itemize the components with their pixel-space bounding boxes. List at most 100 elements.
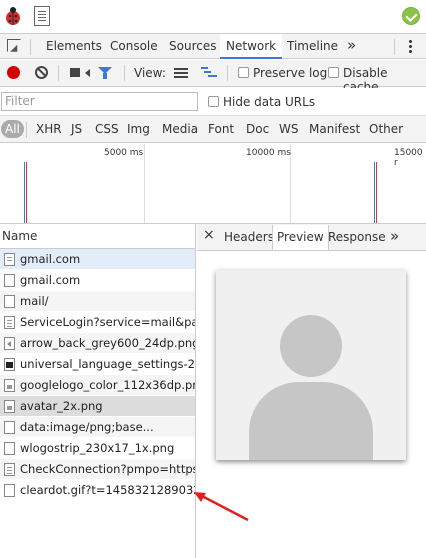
request-row[interactable]: gmail.com xyxy=(0,270,195,291)
tick-label: 5000 ms xyxy=(104,148,144,158)
document-icon[interactable] xyxy=(34,6,50,26)
filter-css[interactable]: CSS xyxy=(92,120,122,138)
divider xyxy=(394,39,395,55)
document-icon xyxy=(4,253,15,266)
disable-cache-checkbox[interactable] xyxy=(328,67,339,78)
filter-js[interactable]: JS xyxy=(68,120,85,138)
column-header-name[interactable]: Name xyxy=(0,224,195,249)
request-name: ServiceLogin?service=mail&pass... xyxy=(20,315,195,329)
tab-console[interactable]: Console xyxy=(104,34,164,59)
dom-content-loaded-marker xyxy=(374,162,375,223)
request-row[interactable]: cleardot.gif?t=1458321289032 xyxy=(0,480,195,501)
tab-response[interactable]: Response xyxy=(324,225,390,250)
filter-other[interactable]: Other xyxy=(366,120,406,138)
request-row-selected[interactable]: avatar_2x.png xyxy=(0,396,195,417)
request-name: data:image/png;base... xyxy=(20,420,154,434)
ladybug-icon[interactable] xyxy=(4,6,22,26)
load-marker xyxy=(26,162,27,223)
request-row[interactable]: data:image/png;base... xyxy=(0,417,195,438)
more-tabs-icon[interactable]: » xyxy=(390,225,399,249)
avatar-image-preview xyxy=(216,270,406,460)
tab-elements[interactable]: Elements xyxy=(40,34,108,59)
more-tabs-icon[interactable]: » xyxy=(347,34,356,58)
request-name: universal_language_settings-21... xyxy=(20,357,195,371)
waterfall-icon[interactable] xyxy=(201,67,217,79)
divider xyxy=(26,122,27,138)
record-icon[interactable] xyxy=(7,66,20,79)
avatar-head xyxy=(280,315,342,377)
document-icon xyxy=(4,421,15,434)
request-name: gmail.com xyxy=(20,273,81,287)
tab-headers[interactable]: Headers xyxy=(220,225,278,250)
filter-img[interactable]: Img xyxy=(124,120,153,138)
grid-line xyxy=(144,144,145,223)
large-rows-icon[interactable] xyxy=(174,68,188,79)
request-name: CheckConnection?pmpo=https... xyxy=(20,462,195,476)
document-icon xyxy=(4,484,15,497)
script-icon xyxy=(4,463,15,476)
request-name: mail/ xyxy=(20,294,49,308)
resource-type-filters: All XHR JS CSS Img Media Font Doc WS Man… xyxy=(0,115,426,143)
request-row[interactable]: googlelogo_color_112x36dp.png xyxy=(0,375,195,396)
close-icon[interactable]: × xyxy=(203,227,215,243)
filter-doc[interactable]: Doc xyxy=(243,120,272,138)
request-name: wlogostrip_230x17_1x.png xyxy=(20,441,175,455)
request-name: avatar_2x.png xyxy=(20,399,103,413)
filter-xhr[interactable]: XHR xyxy=(33,120,65,138)
avatar-body xyxy=(249,382,373,460)
filter-all[interactable]: All xyxy=(1,120,24,138)
hide-data-urls-checkbox[interactable] xyxy=(208,96,219,107)
timeline-overview[interactable]: 5000 ms 10000 ms 15000 r xyxy=(0,144,426,224)
filter-input[interactable]: Filter xyxy=(1,92,198,111)
inspect-element-icon[interactable] xyxy=(7,39,21,52)
check-circle-icon[interactable] xyxy=(402,7,420,25)
tab-network[interactable]: Network xyxy=(220,34,283,59)
divider xyxy=(227,65,228,81)
document-icon xyxy=(4,274,15,287)
filter-ws[interactable]: WS xyxy=(276,120,301,138)
request-row[interactable]: arrow_back_grey600_24dp.png xyxy=(0,333,195,354)
filter-font[interactable]: Font xyxy=(205,120,237,138)
capture-screenshots-icon[interactable] xyxy=(70,68,90,77)
request-name: gmail.com xyxy=(20,252,81,266)
preserve-log-checkbox[interactable] xyxy=(238,67,249,78)
request-row[interactable]: gmail.com xyxy=(0,249,195,270)
request-row[interactable]: wlogostrip_230x17_1x.png xyxy=(0,438,195,459)
hide-data-urls-label: Hide data URLs xyxy=(223,95,316,109)
filter-manifest[interactable]: Manifest xyxy=(306,120,363,138)
request-row[interactable]: mail/ xyxy=(0,291,195,312)
devtools-tab-bar: Elements Console Sources Network Timelin… xyxy=(0,33,426,59)
tab-sources[interactable]: Sources xyxy=(163,34,222,59)
image-icon xyxy=(4,379,15,392)
tick-label: 15000 r xyxy=(394,148,423,168)
request-row[interactable]: CheckConnection?pmpo=https... xyxy=(0,459,195,480)
tab-timeline[interactable]: Timeline xyxy=(281,34,344,59)
request-row[interactable]: universal_language_settings-21... xyxy=(0,354,195,375)
request-name: arrow_back_grey600_24dp.png xyxy=(20,336,195,350)
extension-bar xyxy=(0,0,426,32)
filter-media[interactable]: Media xyxy=(159,120,201,138)
request-name: googlelogo_color_112x36dp.png xyxy=(20,378,195,392)
clear-icon[interactable] xyxy=(35,66,48,79)
preview-pane xyxy=(197,252,426,558)
script-icon xyxy=(4,316,15,329)
load-marker xyxy=(376,162,377,223)
more-options-icon[interactable] xyxy=(409,40,412,54)
document-icon xyxy=(4,442,15,455)
divider xyxy=(124,65,125,81)
detail-tab-bar: × Headers Preview Response » xyxy=(197,224,426,251)
preserve-log-label: Preserve log xyxy=(253,66,328,80)
request-row[interactable]: ServiceLogin?service=mail&pass... xyxy=(0,312,195,333)
request-name: cleardot.gif?t=1458321289032 xyxy=(20,483,195,497)
filter-row: Filter Hide data URLs xyxy=(0,88,426,115)
image-icon xyxy=(4,337,15,350)
image-icon xyxy=(4,358,15,371)
view-label: View: xyxy=(134,66,166,80)
filter-icon[interactable] xyxy=(98,67,112,79)
divider xyxy=(58,65,59,81)
divider xyxy=(30,39,31,55)
dom-content-loaded-marker xyxy=(24,162,25,223)
image-icon xyxy=(4,400,15,413)
network-toolbar: View: Preserve log Disable cache xyxy=(0,60,426,94)
tab-preview[interactable]: Preview xyxy=(272,225,329,250)
